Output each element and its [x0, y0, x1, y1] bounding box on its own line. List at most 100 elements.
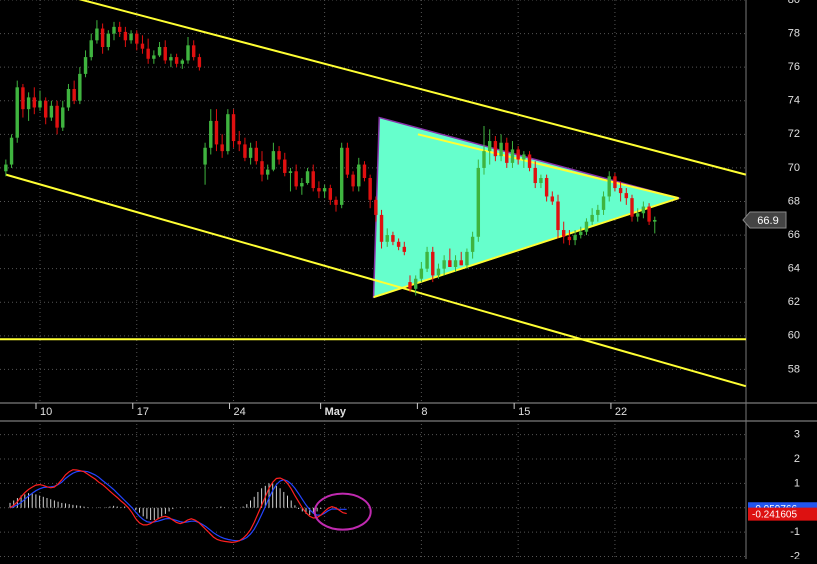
candle-body	[368, 177, 372, 200]
candle-body	[357, 164, 361, 187]
price-tick-label: 62	[788, 296, 800, 308]
price-tick-label: 72	[788, 128, 800, 140]
candle-body	[630, 198, 634, 217]
candle-body	[174, 57, 179, 64]
candle-body	[9, 137, 14, 165]
candle-body	[573, 235, 577, 241]
candle-body	[402, 246, 407, 252]
candle-body	[89, 40, 93, 58]
candle-body	[647, 206, 651, 222]
candle-body	[453, 260, 458, 267]
candle-body	[26, 97, 31, 110]
candle-body	[271, 151, 276, 170]
price-tick-label: 76	[788, 61, 800, 73]
candle-body	[499, 142, 503, 157]
candle-body	[66, 88, 71, 108]
candle-body	[15, 87, 19, 138]
candle-body	[169, 57, 173, 61]
candle-body	[431, 251, 435, 276]
date-tick-label: 17	[137, 406, 149, 418]
candle-body	[146, 48, 150, 59]
candle-body	[596, 209, 600, 215]
date-tick-label: 24	[234, 406, 246, 418]
price-tick-label: 70	[788, 162, 800, 174]
candle-body	[379, 214, 384, 242]
candle-body	[419, 268, 424, 279]
candle-body	[579, 231, 583, 236]
chart-stage: 586062646668707274767880 101724May81522 …	[0, 0, 817, 562]
stock-chart[interactable]: 586062646668707274767880 101724May81522 …	[0, 0, 817, 562]
candle-body	[300, 183, 304, 187]
candle-body	[140, 43, 145, 49]
candle-body	[49, 105, 54, 118]
candle-body	[618, 188, 623, 194]
candle-body	[533, 167, 537, 184]
price-tick-label: 78	[788, 27, 800, 39]
price-tick-label: 80	[788, 0, 800, 6]
candle-body	[243, 144, 247, 158]
candle-body	[448, 260, 452, 267]
candle-body	[95, 28, 99, 41]
candle-body	[561, 230, 566, 237]
candle-body	[129, 33, 133, 41]
candle-body	[305, 171, 310, 184]
macd-tick-label: -1	[790, 526, 800, 538]
candle-body	[135, 33, 139, 44]
candle-body	[72, 88, 76, 101]
candle-body	[442, 260, 446, 269]
candle-body	[311, 171, 315, 189]
candle-body	[339, 147, 344, 205]
candle-body	[345, 147, 350, 175]
candle-body	[396, 241, 401, 247]
candle-body	[362, 164, 367, 178]
candle-body	[123, 31, 128, 41]
candle-body	[231, 114, 236, 142]
price-tick-label: 74	[788, 95, 800, 107]
candle-body	[254, 147, 259, 162]
candle-body	[505, 142, 509, 163]
candle-body	[590, 214, 594, 222]
candle-body	[624, 193, 629, 199]
candle-body	[61, 107, 65, 128]
date-tick-label: 22	[615, 406, 627, 418]
candle-body	[163, 47, 167, 61]
macd-tick-label: -2	[790, 550, 800, 559]
candle-body	[112, 26, 116, 34]
candle-body	[78, 73, 82, 101]
candle-body	[465, 251, 469, 266]
candle-body	[283, 159, 287, 173]
candle-body	[248, 147, 253, 158]
candle-body	[294, 171, 298, 187]
candle-body	[601, 196, 606, 210]
candle-body	[482, 151, 486, 168]
candle-body	[567, 236, 572, 241]
candle-body	[226, 114, 230, 152]
candle-body	[459, 260, 463, 266]
candle-body	[38, 100, 42, 108]
candle-body	[203, 147, 207, 165]
candle-body	[288, 171, 293, 173]
candle-body	[391, 235, 395, 242]
candle-body	[550, 196, 555, 202]
candle-body	[21, 87, 25, 110]
candle-body	[186, 45, 190, 61]
price-tick-label: 68	[788, 195, 800, 207]
date-tick-label: 10	[40, 406, 52, 418]
candle-body	[260, 161, 264, 175]
candle-body	[522, 154, 526, 160]
candle-body	[334, 199, 338, 205]
candle-body	[265, 169, 270, 175]
candle-body	[4, 164, 8, 172]
macd-tick-label: 1	[794, 477, 800, 489]
candle-body	[157, 47, 162, 56]
candle-body	[556, 201, 560, 231]
macd-tick-label: 3	[794, 429, 800, 441]
candle-body	[635, 213, 640, 217]
candle-body	[487, 141, 492, 152]
candle-body	[385, 235, 389, 242]
candle-body	[55, 105, 59, 128]
candle-body	[516, 149, 520, 160]
last-price-badge: 66.9	[742, 211, 787, 229]
date-tick-label: May	[325, 406, 347, 418]
candle-body	[220, 144, 224, 152]
